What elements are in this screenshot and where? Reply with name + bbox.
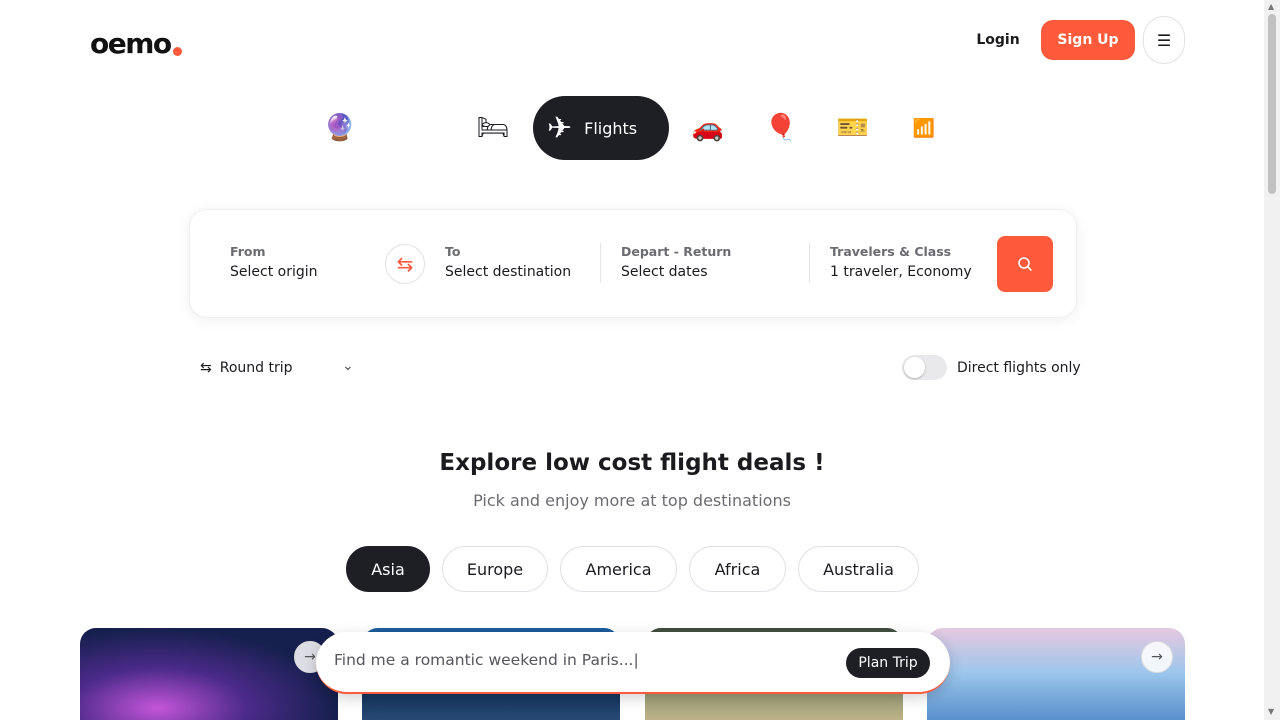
region-chip-africa[interactable]: Africa — [689, 546, 786, 592]
round-trip-icon: ⇆ — [200, 360, 212, 376]
plan-trip-button[interactable]: Plan Trip — [846, 648, 930, 678]
tab-flights-label: Flights — [584, 118, 638, 138]
login-button[interactable]: Login — [966, 20, 1030, 60]
region-chip-australia[interactable]: Australia — [798, 546, 919, 592]
tab-hotels[interactable]: 🛏 — [475, 110, 511, 146]
region-chip-america[interactable]: America — [560, 546, 677, 592]
travelers-label: Travelers & Class — [830, 244, 952, 259]
scroll-up-icon[interactable]: ▲ — [1268, 2, 1274, 11]
swap-button[interactable]: ⇆ — [385, 244, 425, 284]
tab-esim[interactable]: 📶 — [906, 110, 942, 146]
scroll-thumb[interactable] — [1268, 14, 1276, 194]
divider — [809, 243, 810, 283]
destination-card[interactable]: → — [927, 628, 1185, 720]
logo[interactable]: oemo — [90, 27, 182, 60]
logo-dot — [172, 47, 182, 56]
search-button[interactable] — [997, 236, 1053, 292]
trip-prompt-bar: Plan Trip — [316, 632, 950, 694]
scroll-down-icon[interactable]: ▼ — [1268, 707, 1274, 716]
hot-air-balloon-icon: 🎈 — [764, 113, 798, 143]
dates-label: Depart - Return — [621, 244, 732, 259]
tab-ai-trip-planner[interactable]: 🔮 — [322, 110, 358, 146]
dates-field[interactable]: Depart - Return Select dates — [621, 244, 731, 280]
region-chip-europe[interactable]: Europe — [442, 546, 548, 592]
direct-flights-option[interactable]: Direct flights only — [902, 355, 1081, 380]
arrow-right-icon[interactable]: → — [1141, 641, 1173, 673]
to-value: Select destination — [445, 264, 572, 280]
deals-title: Explore low cost flight deals ! — [439, 450, 825, 476]
deals-subtitle: Pick and enjoy more at top destinations — [473, 491, 791, 510]
trip-type-value: Round trip — [219, 360, 293, 376]
tab-flights[interactable]: ✈ Flights — [533, 96, 669, 160]
divider — [600, 243, 601, 283]
to-label: To — [445, 244, 461, 259]
direct-flights-label: Direct flights only — [957, 359, 1081, 376]
ticket-icon: 🎫 — [836, 113, 870, 143]
menu-button[interactable]: ☰ — [1143, 16, 1185, 64]
travelers-field[interactable]: Travelers & Class 1 traveler, Economy — [830, 244, 972, 280]
destination-card[interactable]: → — [80, 628, 338, 720]
sim-card-icon: 📶 — [912, 117, 936, 139]
region-chip-asia[interactable]: Asia — [346, 546, 430, 592]
direct-flights-toggle[interactable] — [902, 355, 947, 380]
tab-cars[interactable]: 🚗 — [690, 110, 726, 146]
trip-prompt-input[interactable] — [334, 651, 834, 669]
car-icon: 🚗 — [691, 113, 725, 143]
from-label: From — [230, 244, 266, 259]
hamburger-icon: ☰ — [1156, 30, 1172, 50]
travelers-value: 1 traveler, Economy — [830, 264, 972, 280]
airplane-icon: ✈ — [547, 110, 573, 146]
search-icon — [1018, 257, 1032, 271]
logo-text: oemo — [90, 27, 172, 60]
tab-tickets[interactable]: 🎫 — [835, 110, 871, 146]
to-field[interactable]: To Select destination — [445, 244, 571, 280]
scrollbar[interactable]: ▲ ▼ — [1264, 0, 1280, 720]
from-value: Select origin — [230, 264, 318, 280]
trip-type-select[interactable]: ⇆ Round trip ⌄ — [200, 356, 354, 380]
dates-value: Select dates — [621, 264, 708, 280]
swap-arrows-icon: ⇆ — [396, 252, 414, 276]
bed-icon: 🛏 — [476, 113, 510, 143]
crystal-ball-icon: 🔮 — [323, 113, 357, 143]
chevron-down-icon: ⌄ — [342, 358, 354, 374]
tab-experiences[interactable]: 🎈 — [763, 110, 799, 146]
signup-button[interactable]: Sign Up — [1041, 20, 1135, 60]
flight-search-card: From Select origin ⇆ To Select destinati… — [189, 209, 1077, 318]
from-field[interactable]: From Select origin — [230, 244, 318, 280]
